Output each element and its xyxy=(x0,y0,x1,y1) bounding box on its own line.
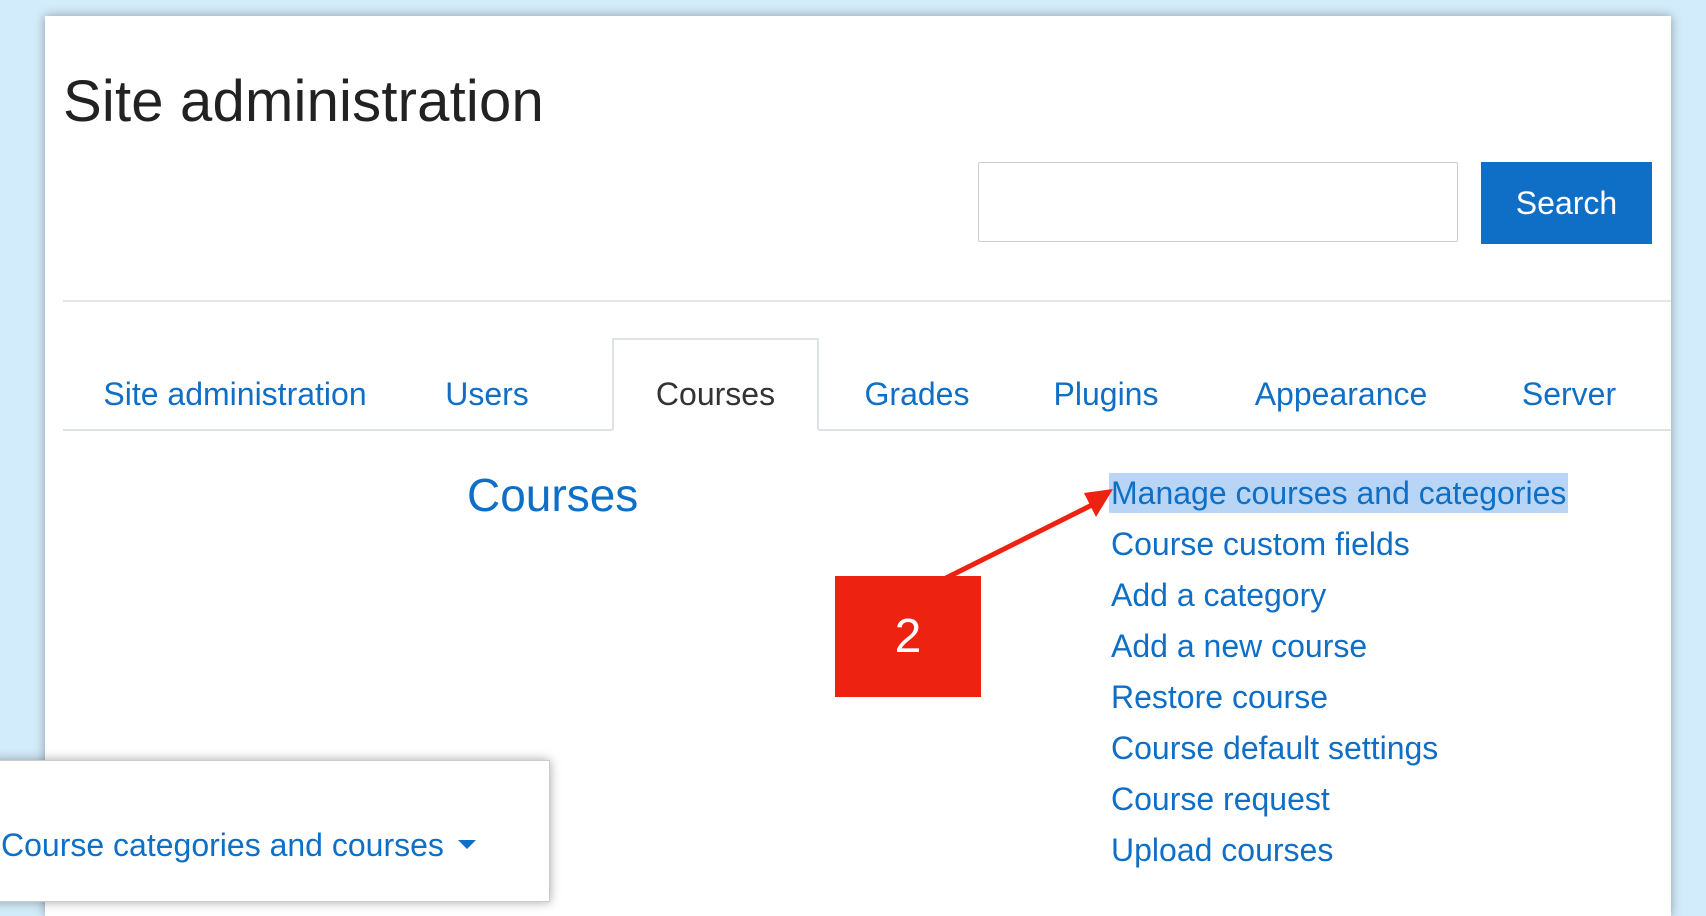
search-button[interactable]: Search xyxy=(1481,162,1652,244)
dropdown-label: Course categories and courses xyxy=(1,827,444,863)
tab-users[interactable]: Users xyxy=(437,338,537,431)
list-item: Course default settings xyxy=(1109,726,1568,777)
step-callout: 2 xyxy=(835,576,981,697)
tab-site-administration[interactable]: Site administration xyxy=(79,338,391,431)
link-upload-courses[interactable]: Upload courses xyxy=(1109,830,1335,870)
list-item: Add a new course xyxy=(1109,624,1568,675)
header-divider xyxy=(63,300,1671,302)
link-course-request[interactable]: Course request xyxy=(1109,779,1332,819)
dropdown-panel: Course categories and courses xyxy=(0,760,550,902)
admin-tabs: Site administration Users Courses Grades… xyxy=(63,338,1671,431)
caret-down-icon xyxy=(457,840,476,850)
tab-server[interactable]: Server xyxy=(1499,338,1639,431)
link-add-a-new-course[interactable]: Add a new course xyxy=(1109,626,1369,666)
list-item: Upload courses xyxy=(1109,828,1568,879)
list-item: Course request xyxy=(1109,777,1568,828)
courses-section-heading: Courses xyxy=(467,469,639,521)
list-item: Manage courses and categories xyxy=(1109,471,1569,522)
courses-links-list: Manage courses and categories Course cus… xyxy=(1109,471,1569,879)
tab-grades[interactable]: Grades xyxy=(847,338,987,431)
tab-courses[interactable]: Courses xyxy=(612,338,819,431)
link-manage-courses-and-categories[interactable]: Manage courses and categories xyxy=(1109,473,1569,513)
tab-plugins[interactable]: Plugins xyxy=(1036,338,1176,431)
page-title: Site administration xyxy=(63,69,544,134)
list-item: Course custom fields xyxy=(1109,522,1568,573)
tab-appearance[interactable]: Appearance xyxy=(1231,338,1451,431)
link-add-a-category[interactable]: Add a category xyxy=(1109,575,1328,615)
link-course-default-settings[interactable]: Course default settings xyxy=(1109,728,1440,768)
list-item: Add a category xyxy=(1109,573,1568,624)
course-categories-dropdown[interactable]: Course categories and courses xyxy=(1,827,476,864)
link-course-custom-fields[interactable]: Course custom fields xyxy=(1109,524,1412,564)
list-item: Restore course xyxy=(1109,675,1568,726)
search-input[interactable] xyxy=(978,162,1458,242)
link-restore-course[interactable]: Restore course xyxy=(1109,677,1330,717)
